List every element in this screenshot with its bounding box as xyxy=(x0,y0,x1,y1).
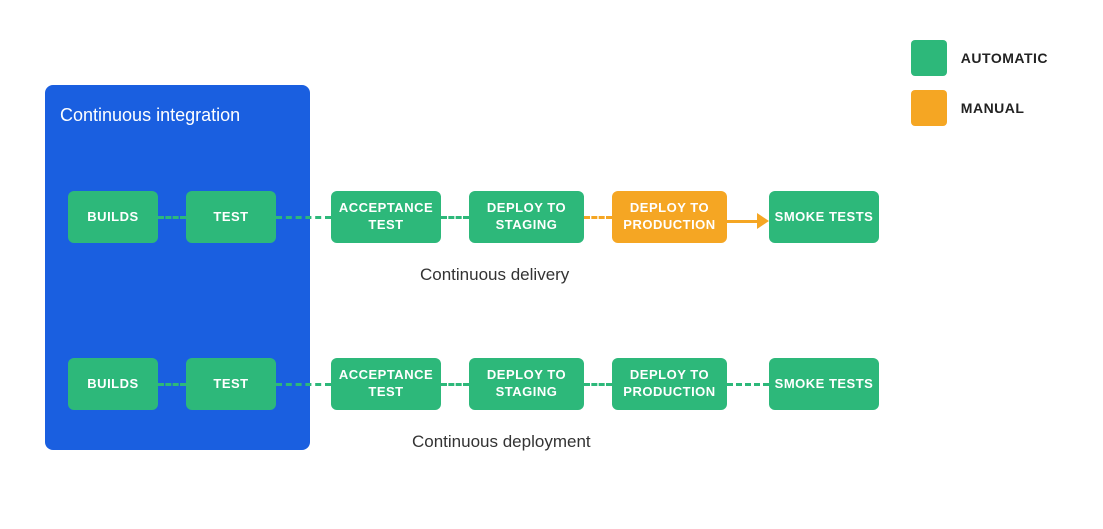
legend: AUTOMATIC MANUAL xyxy=(911,40,1048,140)
node-staging-2: DEPLOY TO STAGING xyxy=(469,358,584,410)
connector-7 xyxy=(441,383,469,386)
legend-automatic-box xyxy=(911,40,947,76)
connector-4 xyxy=(584,216,612,219)
node-staging-1: DEPLOY TO STAGING xyxy=(469,191,584,243)
ci-label: Continuous integration xyxy=(60,105,240,126)
node-builds-2: BUILDS xyxy=(68,358,158,410)
connector-5 xyxy=(158,383,186,386)
legend-automatic-label: AUTOMATIC xyxy=(961,50,1048,66)
legend-manual-box xyxy=(911,90,947,126)
arrow-head-1 xyxy=(757,213,769,229)
legend-manual: MANUAL xyxy=(911,90,1048,126)
connector-2 xyxy=(276,216,331,219)
delivery-label: Continuous delivery xyxy=(420,265,569,285)
node-production-2: DEPLOY TO PRODUCTION xyxy=(612,358,727,410)
node-production-1: DEPLOY TO PRODUCTION xyxy=(612,191,727,243)
connector-6 xyxy=(276,383,331,386)
connector-9 xyxy=(727,383,769,386)
connector-3 xyxy=(441,216,469,219)
diagram-container: Continuous integration AUTOMATIC MANUAL … xyxy=(0,0,1103,529)
node-test-1: TEST xyxy=(186,191,276,243)
node-smoke-1: SMOKE TESTS xyxy=(769,191,879,243)
legend-automatic: AUTOMATIC xyxy=(911,40,1048,76)
arrow-line-1 xyxy=(727,220,757,223)
node-acceptance-2: ACCEPTANCE TEST xyxy=(331,358,441,410)
legend-manual-label: MANUAL xyxy=(961,100,1025,116)
connector-1 xyxy=(158,216,186,219)
arrow-connector-1 xyxy=(727,213,769,229)
deployment-label: Continuous deployment xyxy=(412,432,591,452)
connector-8 xyxy=(584,383,612,386)
node-test-2: TEST xyxy=(186,358,276,410)
node-acceptance-1: ACCEPTANCE TEST xyxy=(331,191,441,243)
node-builds-1: BUILDS xyxy=(68,191,158,243)
node-smoke-2: SMOKE TESTS xyxy=(769,358,879,410)
